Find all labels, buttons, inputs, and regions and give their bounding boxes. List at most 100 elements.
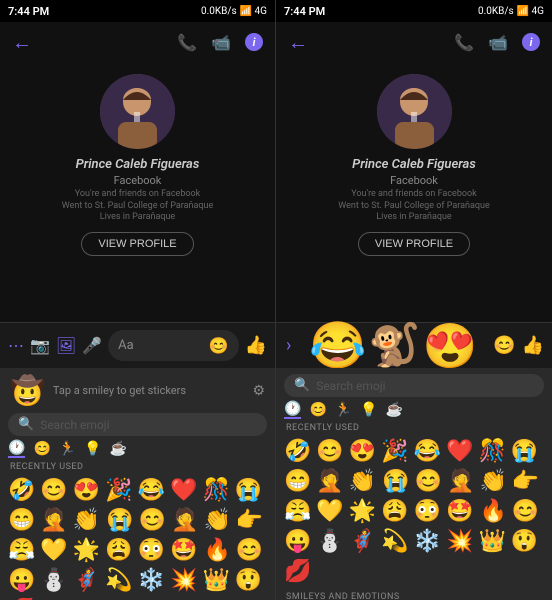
settings-icon-left[interactable]: ⚙ — [252, 383, 265, 399]
emoji-item-r[interactable]: 🔥 — [477, 497, 508, 526]
view-profile-button-left[interactable]: VIEW PROFILE — [81, 232, 193, 256]
emoji-button-left[interactable]: 😊 — [209, 336, 229, 355]
tab-recent-left[interactable]: 🕐 — [8, 440, 25, 458]
tab-objects-left[interactable]: 💡 — [84, 441, 101, 457]
emoji-item[interactable]: 🌟 — [71, 536, 102, 565]
emoji-item[interactable]: 🤦 — [38, 506, 69, 535]
emoji-item[interactable]: 💋 — [6, 596, 37, 600]
image-icon-left[interactable]: 🖼 — [56, 336, 76, 355]
back-button-left[interactable]: ← — [12, 30, 32, 55]
emoji-item-r[interactable]: 😲 — [509, 527, 540, 556]
back-button-right[interactable]: ← — [288, 30, 308, 55]
emoji-item-r[interactable]: ❄️ — [412, 527, 443, 556]
tab-people-right[interactable]: 🏃 — [335, 402, 352, 418]
emoji-item[interactable]: 🤦 — [169, 506, 200, 535]
camera-icon-left[interactable]: 📷 — [30, 336, 50, 355]
emoji-item-r[interactable]: 🦸 — [347, 527, 378, 556]
emoji-item-r[interactable]: 👏 — [347, 467, 378, 496]
emoji-item[interactable]: 😊 — [234, 536, 265, 565]
emoji-item-r[interactable]: ❤️ — [444, 437, 475, 466]
tab-smileys-left[interactable]: 😊 — [33, 441, 50, 457]
emoji-icon-right[interactable]: 😊 — [493, 335, 515, 356]
big-emoji-laugh[interactable]: 😂 — [309, 319, 366, 373]
emoji-item-r[interactable]: 💋 — [282, 557, 313, 586]
emoji-search-bar-right[interactable]: 🔍 Search emoji — [284, 374, 544, 397]
emoji-item[interactable]: 😤 — [6, 536, 37, 565]
emoji-item-r[interactable]: 🤩 — [444, 497, 475, 526]
emoji-item-r[interactable]: 😊 — [510, 497, 541, 526]
emoji-item[interactable]: 🤩 — [168, 536, 199, 565]
tab-people-left[interactable]: 🏃 — [59, 441, 76, 457]
big-emoji-monkey[interactable]: 🐒 — [368, 321, 420, 370]
emoji-item[interactable]: 😊 — [137, 506, 168, 535]
grid-icon-left[interactable]: ⋯ — [8, 336, 24, 355]
mic-icon-left[interactable]: 🎤 — [82, 336, 102, 355]
emoji-item-r[interactable]: 🌟 — [347, 497, 378, 526]
emoji-item[interactable]: 🤣 — [6, 476, 37, 505]
emoji-item[interactable]: 🎉 — [103, 476, 134, 505]
emoji-item[interactable]: 💥 — [168, 566, 199, 595]
thumb-icon-right[interactable]: 👍 — [522, 335, 544, 356]
emoji-item-r[interactable]: 💫 — [379, 527, 410, 556]
emoji-item[interactable]: 😛 — [6, 566, 37, 595]
emoji-item[interactable]: 😁 — [6, 506, 37, 535]
emoji-item-r[interactable]: 😊 — [314, 437, 345, 466]
tab-objects-right[interactable]: 💡 — [360, 402, 377, 418]
emoji-item-r[interactable]: 🤣 — [282, 437, 313, 466]
emoji-item[interactable]: 👑 — [200, 566, 231, 595]
emoji-item[interactable]: 😩 — [103, 536, 134, 565]
emoji-item[interactable]: 👏 — [71, 506, 102, 535]
emoji-item[interactable]: 💫 — [103, 566, 134, 595]
emoji-item-r[interactable]: 😁 — [282, 467, 313, 496]
emoji-item-r[interactable]: 😭 — [509, 437, 540, 466]
emoji-item-r[interactable]: 😳 — [412, 497, 443, 526]
emoji-item[interactable]: 👏 — [201, 506, 232, 535]
thumb-icon-left[interactable]: 👍 — [245, 335, 267, 356]
emoji-item[interactable]: 👉 — [234, 506, 265, 535]
emoji-item-r[interactable]: 🤦 — [314, 467, 345, 496]
emoji-item-r[interactable]: 👉 — [510, 467, 541, 496]
emoji-item-r[interactable]: 💥 — [444, 527, 475, 556]
message-input-left[interactable]: Aa 😊 — [108, 330, 238, 361]
video-icon-right[interactable]: 📹 — [488, 33, 508, 52]
tab-food-right[interactable]: ☕ — [386, 402, 403, 418]
emoji-item[interactable]: ❄️ — [136, 566, 167, 595]
emoji-item-r[interactable]: 😭 — [380, 467, 411, 496]
emoji-item-r[interactable]: 👑 — [476, 527, 507, 556]
emoji-item-r[interactable]: 😊 — [413, 467, 444, 496]
video-icon-left[interactable]: 📹 — [211, 33, 231, 52]
emoji-item-r[interactable]: 😛 — [282, 527, 313, 556]
big-emoji-heart-eyes[interactable]: 😍 — [423, 320, 478, 372]
emoji-item-r[interactable]: ⛄ — [314, 527, 345, 556]
view-profile-button-right[interactable]: VIEW PROFILE — [358, 232, 470, 256]
emoji-item[interactable]: 🦸 — [71, 566, 102, 595]
emoji-item-r[interactable]: 🤦 — [445, 467, 476, 496]
emoji-item-r[interactable]: 💛 — [314, 497, 345, 526]
emoji-item[interactable]: 😳 — [136, 536, 167, 565]
info-icon-right[interactable]: i — [522, 33, 540, 51]
tab-food-left[interactable]: ☕ — [110, 441, 127, 457]
emoji-item[interactable]: ❤️ — [168, 476, 199, 505]
emoji-item-r[interactable]: 🎉 — [379, 437, 410, 466]
emoji-search-bar-left[interactable]: 🔍 Search emoji — [8, 413, 267, 436]
phone-icon-right[interactable]: 📞 — [454, 33, 474, 52]
emoji-item[interactable]: 🎊 — [200, 476, 231, 505]
emoji-item[interactable]: 😭 — [104, 506, 135, 535]
emoji-item[interactable]: 😭 — [233, 476, 264, 505]
emoji-item-r[interactable]: 🎊 — [476, 437, 507, 466]
emoji-item-r[interactable]: 😩 — [379, 497, 410, 526]
arrow-icon-right[interactable]: › — [284, 333, 293, 358]
emoji-item-r[interactable]: 😤 — [282, 497, 313, 526]
emoji-item-r[interactable]: 😍 — [347, 437, 378, 466]
info-icon-left[interactable]: i — [245, 33, 263, 51]
emoji-item-r[interactable]: 👏 — [477, 467, 508, 496]
emoji-item-r[interactable]: 😂 — [412, 437, 443, 466]
emoji-item[interactable]: ⛄ — [38, 566, 69, 595]
phone-icon-left[interactable]: 📞 — [177, 33, 197, 52]
tab-smileys-right[interactable]: 😊 — [309, 402, 326, 418]
tab-recent-right[interactable]: 🕐 — [284, 401, 301, 419]
emoji-item[interactable]: 💛 — [38, 536, 69, 565]
emoji-item[interactable]: 🔥 — [201, 536, 232, 565]
emoji-item[interactable]: 😂 — [136, 476, 167, 505]
emoji-item[interactable]: 😊 — [38, 476, 69, 505]
